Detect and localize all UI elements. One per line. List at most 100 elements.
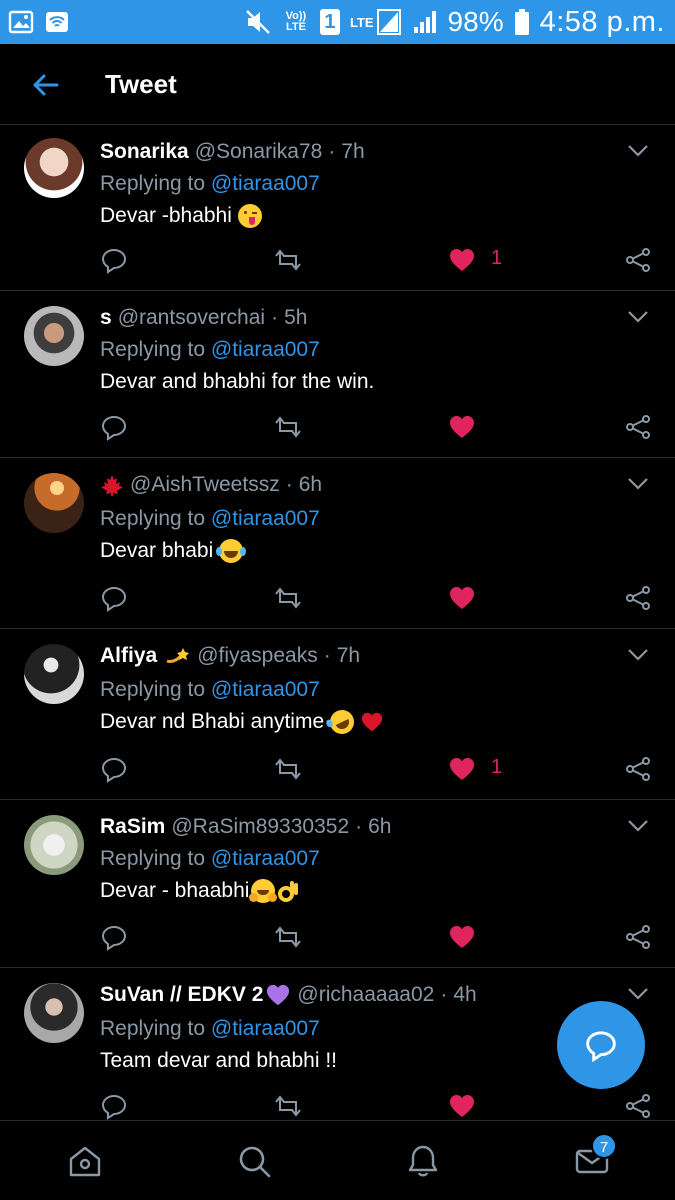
ok-hand-emoji xyxy=(277,879,301,903)
share-icon[interactable] xyxy=(624,1092,652,1120)
back-arrow-icon[interactable] xyxy=(30,70,60,100)
tweet[interactable]: @AishTweetssz · 6h Replying to @tiaraa00… xyxy=(0,459,675,629)
replying-to: Replying to @tiaraa007 xyxy=(100,172,320,195)
avatar[interactable] xyxy=(24,644,84,704)
reply-icon[interactable] xyxy=(100,1092,128,1120)
retweet-icon[interactable] xyxy=(274,413,302,441)
user-handle[interactable]: @fiyaspeaks xyxy=(197,644,318,668)
reply-icon[interactable] xyxy=(100,923,128,951)
timestamp: 7h xyxy=(336,644,361,667)
avatar[interactable] xyxy=(24,138,84,198)
display-name[interactable]: Alfiya xyxy=(100,644,157,668)
like-heart-icon[interactable] xyxy=(448,413,476,441)
tweet-text: Devar -bhabhi xyxy=(100,204,262,228)
reply-handle-link[interactable]: @tiaraa007 xyxy=(211,847,320,870)
reply-icon[interactable] xyxy=(100,755,128,783)
reply-bubble-icon xyxy=(586,1031,616,1062)
gallery-notification-icon xyxy=(8,10,34,34)
reply-icon[interactable] xyxy=(100,246,128,274)
clock: 4:58 p.m. xyxy=(539,5,665,38)
user-handle[interactable]: @RaSim89330352 xyxy=(171,815,349,839)
like-heart-icon[interactable] xyxy=(448,923,476,951)
timestamp: 5h xyxy=(284,306,308,329)
user-handle[interactable]: @richaaaaa02 xyxy=(297,983,434,1007)
display-name[interactable]: s xyxy=(100,306,112,330)
chevron-down-icon[interactable] xyxy=(627,819,649,833)
share-icon[interactable] xyxy=(624,923,652,951)
tweet-text: Devar and bhabhi for the win. xyxy=(100,370,375,393)
replying-to: Replying to @tiaraa007 xyxy=(100,338,320,361)
share-icon[interactable] xyxy=(624,755,652,783)
winking-tongue-face-emoji xyxy=(237,204,262,228)
display-name[interactable]: RaSim xyxy=(100,815,165,839)
user-handle[interactable]: @AishTweetssz xyxy=(130,473,280,497)
home-icon[interactable] xyxy=(67,1143,103,1179)
mute-icon xyxy=(246,10,270,34)
retweet-icon[interactable] xyxy=(274,1092,302,1120)
volte-indicator: Vo)) LTE xyxy=(285,10,307,33)
rofl-emoji xyxy=(325,706,359,738)
replying-to: Replying to @tiaraa007 xyxy=(100,507,320,530)
compose-reply-button[interactable] xyxy=(557,1001,645,1089)
app-header: Tweet xyxy=(0,44,675,125)
chevron-down-icon[interactable] xyxy=(627,144,649,158)
status-bar: Vo)) LTE 1 LTE 98% 4:58 p.m. xyxy=(0,0,675,44)
user-handle[interactable]: @rantsoverchai xyxy=(118,306,265,330)
user-handle[interactable]: @Sonarika78 xyxy=(195,140,323,164)
battery-percentage: 98% xyxy=(447,6,504,37)
retweet-icon[interactable] xyxy=(274,923,302,951)
display-name[interactable]: SuVan // EDKV 2 xyxy=(100,983,263,1007)
purple-heart-emoji xyxy=(267,984,290,1006)
bottom-navigation xyxy=(0,1120,675,1200)
tweet[interactable]: Alfiya @fiyaspeaks · 7h Replying to @tia… xyxy=(0,630,675,800)
share-icon[interactable] xyxy=(624,584,652,612)
maple-leaf-emoji xyxy=(100,474,124,496)
reply-handle-link[interactable]: @tiaraa007 xyxy=(211,338,320,361)
tears-of-joy-emoji xyxy=(216,539,247,563)
like-heart-icon[interactable] xyxy=(448,1092,476,1120)
like-heart-icon[interactable] xyxy=(448,755,476,783)
like-heart-icon[interactable] xyxy=(448,584,476,612)
chevron-down-icon[interactable] xyxy=(627,310,649,324)
tweet-text: Team devar and bhabhi !! xyxy=(100,1049,337,1072)
tweet[interactable]: RaSim @RaSim89330352 · 6h Replying to @t… xyxy=(0,801,675,968)
reply-handle-link[interactable]: @tiaraa007 xyxy=(211,172,320,195)
replying-to: Replying to @tiaraa007 xyxy=(100,1017,320,1040)
like-count: 1 xyxy=(491,247,503,269)
chevron-down-icon[interactable] xyxy=(627,987,649,1001)
like-count: 1 xyxy=(491,756,503,778)
retweet-icon[interactable] xyxy=(274,755,302,783)
tweet[interactable]: Sonarika @Sonarika78 · 7h Replying to @t… xyxy=(0,126,675,291)
messages-badge: 7 xyxy=(591,1133,617,1159)
signal-icon-1 xyxy=(376,9,401,35)
share-icon[interactable] xyxy=(624,413,652,441)
reply-handle-link[interactable]: @tiaraa007 xyxy=(211,678,320,701)
retweet-icon[interactable] xyxy=(274,584,302,612)
like-heart-icon[interactable] xyxy=(448,246,476,274)
tweet-text: Devar nd Bhabi anytime xyxy=(100,706,384,738)
notifications-bell-icon[interactable] xyxy=(405,1143,441,1179)
tweet-text: Devar bhabi xyxy=(100,539,247,563)
display-name[interactable]: Sonarika xyxy=(100,140,189,164)
reply-icon[interactable] xyxy=(100,413,128,441)
wifi-notification-icon xyxy=(46,12,68,32)
share-icon[interactable] xyxy=(624,246,652,274)
dizzy-emoji xyxy=(165,645,191,667)
timestamp: 6h xyxy=(298,473,323,496)
tweet[interactable]: s @rantsoverchai · 5h Replying to @tiara… xyxy=(0,292,675,458)
page-title: Tweet xyxy=(105,69,177,99)
lte-indicator: LTE xyxy=(349,14,374,30)
avatar[interactable] xyxy=(24,306,84,366)
avatar[interactable] xyxy=(24,983,84,1043)
replying-to: Replying to @tiaraa007 xyxy=(100,678,320,701)
timestamp: 4h xyxy=(453,983,477,1006)
retweet-icon[interactable] xyxy=(274,246,302,274)
reply-icon[interactable] xyxy=(100,584,128,612)
avatar[interactable] xyxy=(24,473,84,533)
reply-handle-link[interactable]: @tiaraa007 xyxy=(211,1017,320,1040)
reply-handle-link[interactable]: @tiaraa007 xyxy=(211,507,320,530)
chevron-down-icon[interactable] xyxy=(627,648,649,662)
search-icon[interactable] xyxy=(236,1143,272,1179)
chevron-down-icon[interactable] xyxy=(627,477,649,491)
avatar[interactable] xyxy=(24,815,84,875)
